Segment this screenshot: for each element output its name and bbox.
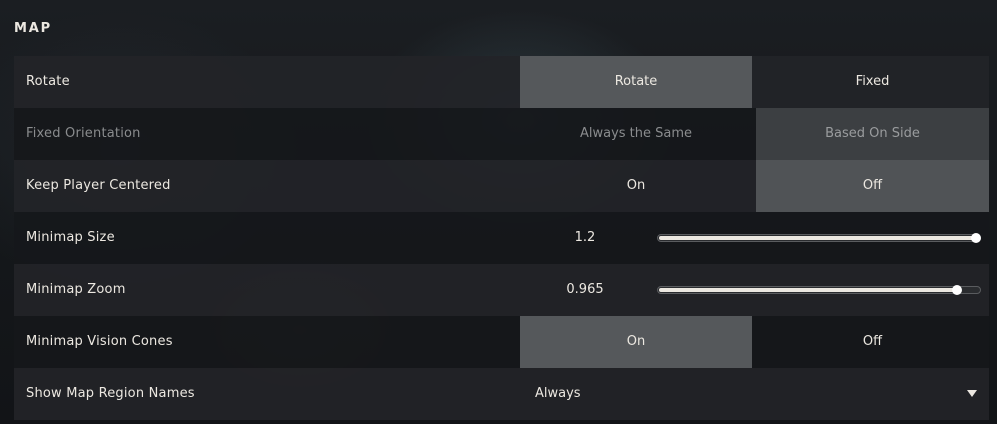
setting-label: Minimap Zoom — [26, 282, 126, 297]
setting-label: Minimap Size — [26, 230, 115, 245]
dropdown-value: Always — [535, 386, 581, 401]
setting-label: Show Map Region Names — [26, 386, 195, 401]
slider-fill — [659, 236, 979, 240]
slider-fill — [659, 288, 957, 292]
region-names-dropdown[interactable]: Always — [520, 368, 989, 420]
setting-label: Keep Player Centered — [26, 178, 171, 193]
fixed-orientation-option-based-on-side[interactable]: Based On Side — [756, 108, 989, 160]
fixed-orientation-option-always-same[interactable]: Always the Same — [520, 108, 752, 160]
settings-list: Rotate Rotate Fixed Fixed Orientation Al… — [14, 56, 989, 420]
vision-cones-option-on[interactable]: On — [520, 316, 752, 368]
section-title: MAP — [14, 21, 52, 36]
setting-row-keep-player-centered: Keep Player Centered On Off — [14, 160, 989, 212]
vision-cones-option-off[interactable]: Off — [756, 316, 989, 368]
keep-player-centered-option-off[interactable]: Off — [756, 160, 989, 212]
setting-label: Rotate — [26, 74, 70, 89]
minimap-zoom-slider[interactable] — [657, 283, 981, 297]
setting-row-minimap-zoom: Minimap Zoom 0.965 — [14, 264, 989, 316]
setting-row-show-map-region-names: Show Map Region Names Always — [14, 368, 989, 420]
slider-thumb[interactable] — [971, 233, 981, 243]
keep-player-centered-option-on[interactable]: On — [520, 160, 752, 212]
setting-row-minimap-size: Minimap Size 1.2 — [14, 212, 989, 264]
minimap-size-value: 1.2 — [574, 230, 596, 245]
minimap-size-slider[interactable] — [657, 231, 981, 245]
setting-row-rotate: Rotate Rotate Fixed — [14, 56, 989, 108]
chevron-down-icon — [967, 390, 977, 397]
setting-label: Minimap Vision Cones — [26, 334, 173, 349]
rotate-option-rotate[interactable]: Rotate — [520, 56, 752, 108]
slider-thumb[interactable] — [951, 285, 962, 295]
setting-row-fixed-orientation: Fixed Orientation Always the Same Based … — [14, 108, 989, 160]
setting-row-minimap-vision-cones: Minimap Vision Cones On Off — [14, 316, 989, 368]
setting-label: Fixed Orientation — [26, 126, 141, 141]
rotate-option-fixed[interactable]: Fixed — [756, 56, 989, 108]
minimap-zoom-value: 0.965 — [566, 282, 604, 297]
